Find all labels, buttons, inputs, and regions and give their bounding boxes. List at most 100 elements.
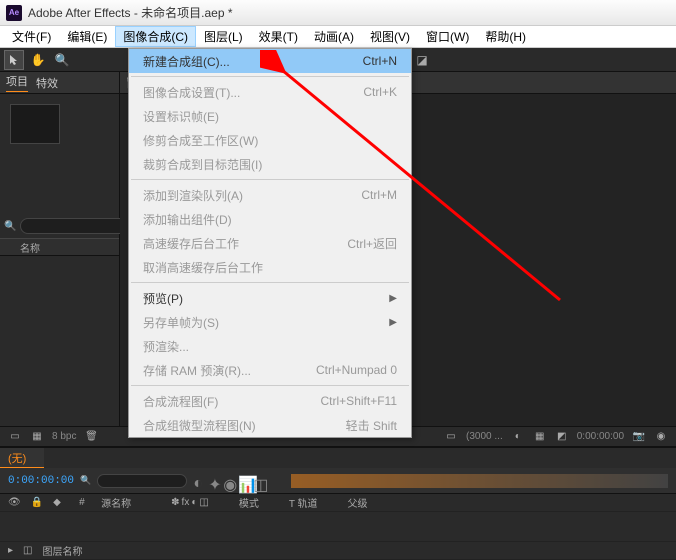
camera-icon[interactable]: 📷	[632, 431, 646, 443]
fx-icon[interactable]: ✦	[208, 475, 220, 487]
hand-tool-icon[interactable]: ✋	[28, 50, 48, 70]
switch-icons: ✽ fx ◐ ◫	[171, 497, 209, 508]
menu-item-label: 高速缓存后台工作	[143, 235, 239, 252]
app-logo-icon: Ae	[6, 5, 22, 21]
snap-icon[interactable]: ◪	[412, 50, 432, 70]
menu-item-label: 添加输出组件(D)	[143, 211, 232, 228]
timeline-empty-row	[0, 512, 676, 542]
menu-item-shortcut: Ctrl+Numpad 0	[316, 363, 397, 377]
timeline-footer-row: ▸ ◫ 图层名称	[0, 542, 676, 560]
menu-crop-comp-to-roi[interactable]: 裁剪合成到目标范围(I)	[129, 152, 411, 176]
menu-composition[interactable]: 图像合成(C)	[115, 26, 196, 47]
menu-comp-flowchart[interactable]: 合成流程图(F) Ctrl+Shift+F11	[129, 389, 411, 413]
col-source-name[interactable]: 源名称	[101, 495, 131, 510]
blur-col-icon[interactable]: ◐	[191, 497, 197, 508]
titlebar: Ae Adobe After Effects - 未命名项目.aep *	[0, 0, 676, 26]
menu-separator	[131, 179, 409, 180]
comp-icon[interactable]: ▦	[30, 431, 44, 443]
label-color-icon[interactable]: ◆	[53, 497, 69, 508]
project-search-row: 🔍	[0, 214, 119, 238]
mask-icon[interactable]: ◐	[511, 431, 525, 443]
menu-separator	[131, 282, 409, 283]
menu-item-label: 取消高速缓存后台工作	[143, 259, 263, 276]
menu-add-to-render-queue[interactable]: 添加到渲染队列(A) Ctrl+M	[129, 183, 411, 207]
submenu-arrow-icon: ▶	[389, 317, 397, 328]
project-panel-tabs: 项目 特效	[0, 72, 119, 94]
menu-item-shortcut: Ctrl+返回	[347, 235, 397, 252]
menu-view[interactable]: 视图(V)	[362, 26, 418, 47]
menu-preview[interactable]: 预览(P) ▶	[129, 286, 411, 310]
timeline-panel: (无) 0:00:00:00 🔍 ◐ ✦ ◉ 📊 ◫ 👁 🔒 ◆ # 源名称 ✽…	[0, 446, 676, 560]
eye-icon[interactable]: 👁	[8, 497, 21, 508]
menu-item-label: 设置标识帧(E)	[143, 108, 219, 125]
guides-icon[interactable]: ◩	[555, 431, 569, 443]
menu-window[interactable]: 窗口(W)	[418, 26, 477, 47]
menu-edit[interactable]: 编辑(E)	[59, 26, 115, 47]
menu-set-poster-frame[interactable]: 设置标识帧(E)	[129, 104, 411, 128]
folder-icon[interactable]: ▭	[8, 431, 22, 443]
project-column-header: 名称	[0, 238, 119, 256]
menu-effect[interactable]: 效果(T)	[251, 26, 306, 47]
menu-cancel-cache-bg-work[interactable]: 取消高速缓存后台工作	[129, 255, 411, 279]
composition-thumbnail[interactable]	[10, 104, 60, 144]
snapshot-icon[interactable]: ◉	[654, 431, 668, 443]
3d-col-icon[interactable]: ◫	[199, 497, 208, 508]
menu-trim-comp-to-work-area[interactable]: 修剪合成至工作区(W)	[129, 128, 411, 152]
menu-item-label: 存储 RAM 预演(R)...	[143, 362, 251, 379]
menu-new-composition[interactable]: 新建合成组(C)... Ctrl+N	[129, 49, 411, 73]
timeline-search-input[interactable]	[97, 474, 187, 488]
menu-pre-render[interactable]: 预渲染...	[129, 334, 411, 358]
fx-col-icon[interactable]: fx	[182, 497, 190, 508]
search-icon: 🔍	[4, 221, 16, 232]
trash-icon[interactable]: 🗑	[84, 431, 98, 443]
timeline-tab[interactable]: (无)	[0, 448, 44, 468]
search-icon: 🔍	[80, 475, 91, 486]
timeline-ruler[interactable]	[291, 474, 668, 488]
menu-item-label: 预渲染...	[143, 338, 189, 355]
3d-icon[interactable]: ◫	[253, 475, 265, 487]
expand-icon[interactable]: ▸	[8, 545, 13, 556]
col-track-matte[interactable]: T 轨道	[289, 495, 318, 510]
menu-item-label: 合成组微型流程图(N)	[143, 417, 256, 434]
col-parent[interactable]: 父级	[348, 495, 368, 510]
grid-toggle-icon[interactable]: ▦	[533, 431, 547, 443]
menu-animation[interactable]: 动画(A)	[306, 26, 362, 47]
timeline-toggle-icons: ◐ ✦ ◉ 📊 ◫	[193, 475, 265, 487]
menu-add-output-module[interactable]: 添加输出组件(D)	[129, 207, 411, 231]
motion-blur-icon[interactable]: ◉	[223, 475, 235, 487]
col-mode[interactable]: 模式	[239, 495, 259, 510]
menu-save-frame-as[interactable]: 另存单帧为(S) ▶	[129, 310, 411, 334]
menu-cache-bg-work[interactable]: 高速缓存后台工作 Ctrl+返回	[129, 231, 411, 255]
selection-tool-icon[interactable]	[4, 50, 24, 70]
shy-col-icon[interactable]: ✽	[171, 497, 179, 508]
menu-composition-settings[interactable]: 图像合成设置(T)... Ctrl+K	[129, 80, 411, 104]
tab-project[interactable]: 项目	[6, 73, 28, 92]
lock-icon[interactable]: 🔒	[31, 497, 43, 508]
menu-help[interactable]: 帮助(H)	[477, 26, 534, 47]
menu-item-shortcut: Ctrl+K	[363, 85, 397, 99]
menu-separator	[131, 385, 409, 386]
timeline-timecode[interactable]: 0:00:00:00	[8, 475, 74, 487]
project-panel: 项目 特效 🔍 名称	[0, 72, 120, 426]
resolution-icon[interactable]: ▭	[444, 431, 458, 443]
shy-icon[interactable]: ◐	[193, 475, 205, 487]
tab-effects[interactable]: 特效	[36, 75, 58, 91]
timeline-columns-row: 👁 🔒 ◆ # 源名称 ✽ fx ◐ ◫ 模式 T 轨道 父级	[0, 494, 676, 512]
zoom-tool-icon[interactable]: 🔍	[52, 50, 72, 70]
menu-item-label: 添加到渲染队列(A)	[143, 187, 243, 204]
menu-comp-mini-flowchart[interactable]: 合成组微型流程图(N) 轻击 Shift	[129, 413, 411, 437]
footer-timecode[interactable]: 0:00:00:00	[577, 431, 624, 442]
menu-file[interactable]: 文件(F)	[4, 26, 59, 47]
graph-icon[interactable]: 📊	[238, 475, 250, 487]
menu-item-shortcut: Ctrl+N	[363, 54, 397, 68]
submenu-arrow-icon: ▶	[389, 293, 397, 304]
menu-save-ram-preview[interactable]: 存储 RAM 预演(R)... Ctrl+Numpad 0	[129, 358, 411, 382]
bpc-label[interactable]: 8 bpc	[52, 431, 76, 442]
thumbnail-area	[0, 94, 119, 154]
menu-item-label: 合成流程图(F)	[143, 393, 218, 410]
menu-item-label: 图像合成设置(T)...	[143, 84, 240, 101]
composition-dropdown-menu: 新建合成组(C)... Ctrl+N 图像合成设置(T)... Ctrl+K 设…	[128, 48, 412, 438]
menu-item-label: 裁剪合成到目标范围(I)	[143, 156, 262, 173]
layer-switches-icon[interactable]: ◫	[23, 545, 32, 556]
menu-layer[interactable]: 图层(L)	[196, 26, 251, 47]
